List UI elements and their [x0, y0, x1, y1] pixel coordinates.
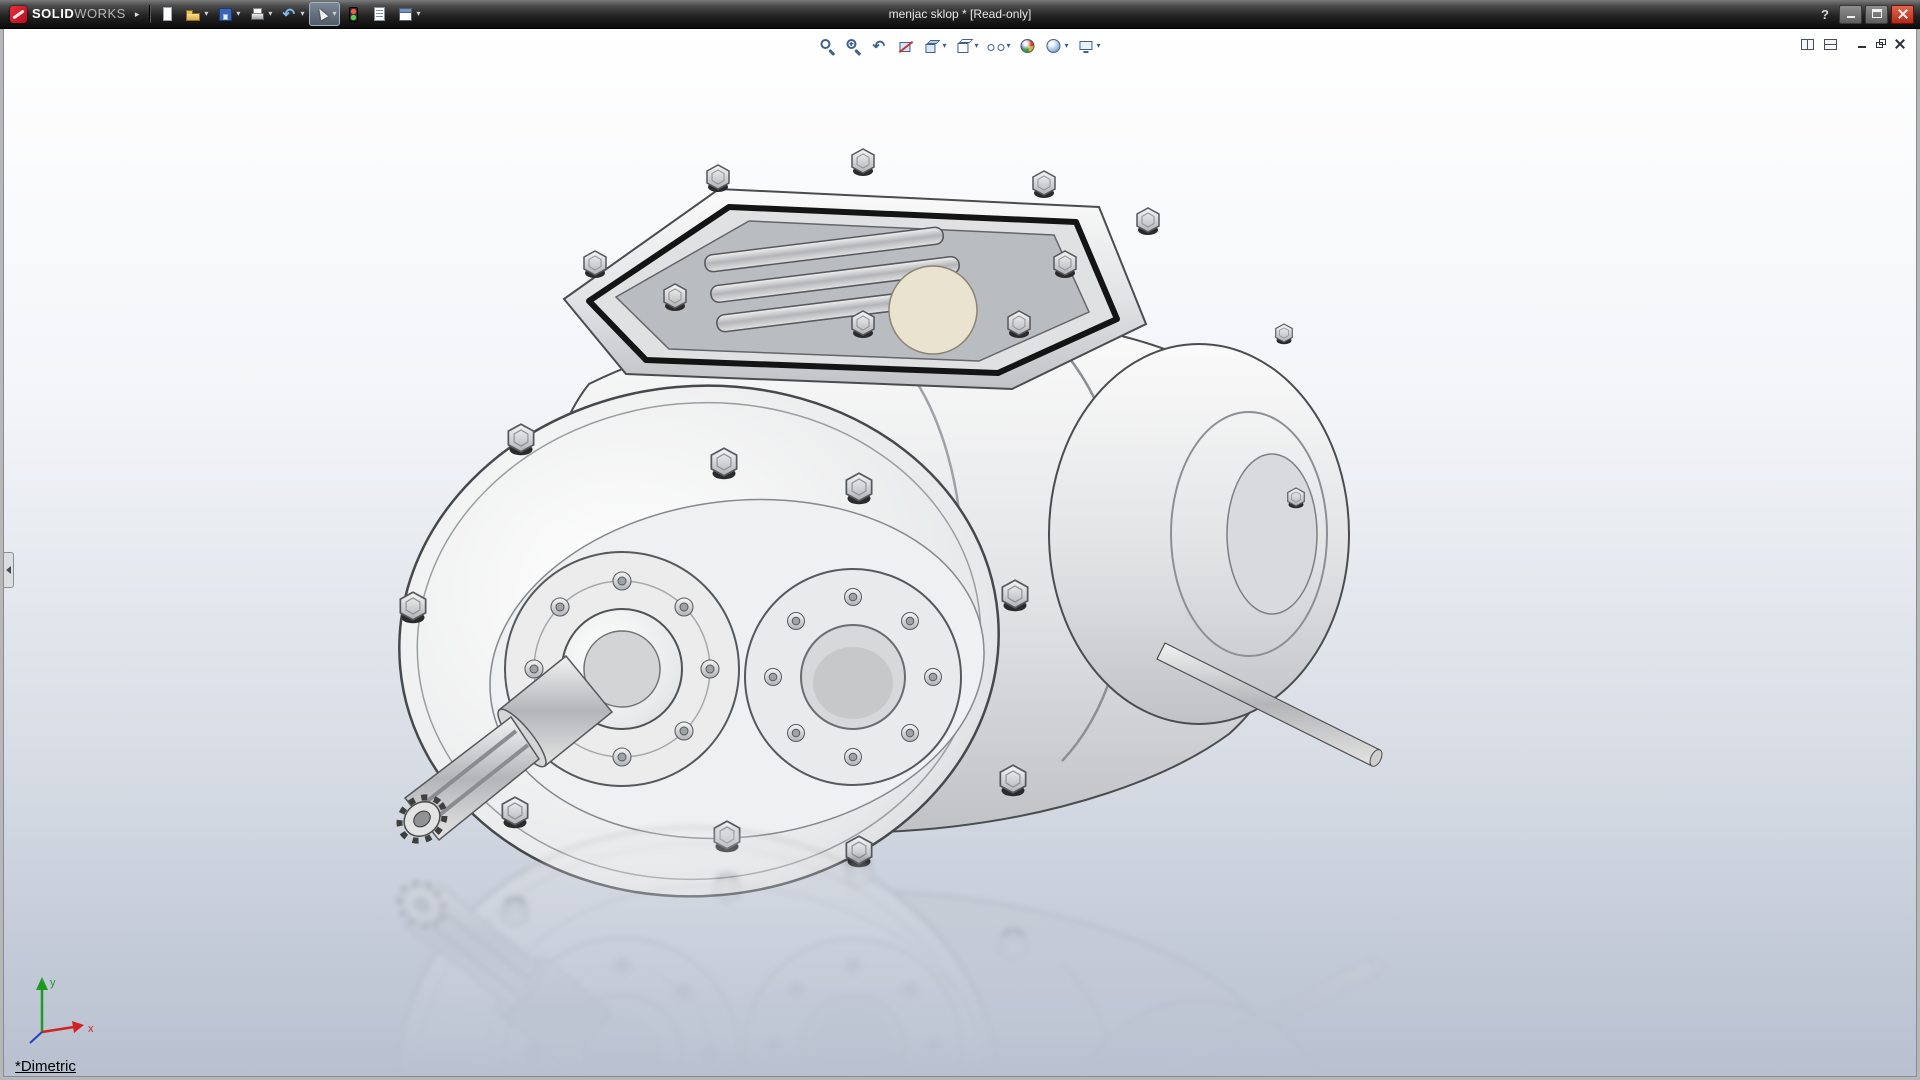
zoom-to-fit-button[interactable] — [815, 34, 840, 58]
split-view-right-button[interactable] — [1820, 33, 1841, 55]
view-orientation-label: *Dimetric — [15, 1058, 76, 1075]
triad-x-label: x — [88, 1023, 94, 1035]
display-style-icon — [955, 38, 972, 55]
open-icon — [185, 6, 202, 23]
titlebar-right-controls: ? — [1814, 4, 1914, 24]
dropdown-arrow-icon[interactable]: ▾ — [268, 10, 272, 18]
solidworks-brand: SOLIDWORKS — [6, 5, 130, 23]
secondary-flange[interactable] — [744, 568, 962, 786]
brand-text: SOLIDWORKS — [32, 5, 126, 23]
toolbar-separator — [149, 5, 151, 23]
new-document-button[interactable] — [155, 2, 180, 26]
view-settings-icon — [1078, 38, 1095, 55]
save-button[interactable]: ▾ — [213, 2, 244, 26]
new-document-icon — [159, 6, 176, 23]
document-title: menjac sklop * [Read-only] — [888, 7, 1032, 21]
apply-scene-icon — [1046, 38, 1063, 55]
triad-x-arrowhead — [72, 1021, 84, 1033]
model-canvas[interactable] — [4, 29, 1916, 1076]
doc-restore-icon — [1875, 38, 1887, 50]
doc-minimize-icon — [1856, 38, 1868, 50]
file-properties-button[interactable] — [367, 2, 392, 26]
save-icon — [217, 6, 234, 23]
minimize-button[interactable] — [1839, 4, 1862, 24]
split-view-left-icon — [1799, 36, 1816, 53]
print-icon — [249, 6, 266, 23]
maximize-icon — [1871, 8, 1883, 20]
dropdown-arrow-icon[interactable]: ▾ — [416, 10, 420, 18]
heads-up-toolbar: ▾ ▾ ▾ ▾ ▾ — [815, 34, 1104, 58]
undo-icon — [281, 6, 298, 23]
reference-triad: y x — [29, 977, 94, 1044]
dropdown-arrow-icon[interactable]: ▾ — [1097, 42, 1101, 50]
split-view-left-button[interactable] — [1797, 33, 1818, 55]
brand-secondary: WORKS — [74, 6, 126, 21]
triad-z-axis — [29, 1031, 43, 1044]
doc-close-icon — [1894, 38, 1906, 50]
dropdown-arrow-icon[interactable]: ▾ — [1065, 42, 1069, 50]
file-properties-icon — [371, 6, 388, 23]
main-window-controls — [1839, 4, 1914, 24]
print-button[interactable]: ▾ — [245, 2, 276, 26]
dropdown-arrow-icon[interactable]: ▾ — [974, 42, 978, 50]
doc-minimize-button[interactable] — [1853, 37, 1870, 52]
doc-window-buttons — [1853, 37, 1908, 52]
previous-view-icon — [871, 38, 888, 55]
options-icon — [397, 6, 414, 23]
menu-expand-arrow-icon[interactable]: ▸ — [130, 9, 145, 20]
reflection-fade — [4, 862, 1916, 1076]
undo-button[interactable]: ▾ — [277, 2, 308, 26]
display-style-button[interactable]: ▾ — [951, 34, 982, 58]
dropdown-arrow-icon[interactable]: ▾ — [1006, 42, 1010, 50]
zoom-to-fit-icon — [819, 38, 836, 55]
synchro-gear[interactable] — [888, 265, 978, 355]
titlebar-toolbar: ▾ ▾ ▾ ▾ ▾ ▾ — [155, 2, 424, 26]
section-view-icon — [897, 38, 914, 55]
titlebar: SOLIDWORKS ▸ ▾ ▾ ▾ ▾ ▾ ▾ menjac sklop * [Read… — [0, 0, 1920, 29]
pane-split-controls — [1797, 33, 1841, 55]
edit-appearance-button[interactable] — [1016, 34, 1041, 58]
select-icon — [313, 6, 330, 23]
gearbox-model[interactable] — [378, 148, 1385, 921]
rebuild-icon — [345, 6, 362, 23]
triad-y-arrowhead — [36, 977, 48, 990]
zoom-to-area-icon — [845, 38, 862, 55]
dropdown-arrow-icon[interactable]: ▾ — [236, 10, 240, 18]
section-view-button[interactable] — [893, 34, 918, 58]
apply-scene-button[interactable]: ▾ — [1042, 34, 1073, 58]
hide-show-items-icon — [987, 38, 1005, 55]
minimize-icon — [1845, 8, 1857, 20]
brand-primary: SOLID — [32, 6, 75, 21]
edit-appearance-icon — [1020, 38, 1037, 55]
previous-view-button[interactable] — [867, 34, 892, 58]
maximize-button[interactable] — [1865, 4, 1888, 24]
split-view-right-icon — [1822, 36, 1839, 53]
hide-show-items-button[interactable]: ▾ — [983, 34, 1014, 58]
view-settings-button[interactable]: ▾ — [1074, 34, 1105, 58]
doc-restore-button[interactable] — [1872, 37, 1889, 52]
select-button[interactable]: ▾ — [309, 2, 341, 26]
top-cover[interactable] — [562, 148, 1160, 391]
graphics-viewport[interactable]: ▾ ▾ ▾ ▾ ▾ y x *Dimetric — [3, 28, 1917, 1077]
view-orientation-icon — [923, 38, 940, 55]
triad-x-axis — [41, 1025, 75, 1034]
document-window-controls — [1797, 33, 1908, 55]
rebuild-button[interactable] — [341, 2, 366, 26]
chevron-left-icon — [6, 566, 11, 574]
dropdown-arrow-icon[interactable]: ▾ — [300, 10, 304, 18]
zoom-to-area-button[interactable] — [841, 34, 866, 58]
help-button[interactable]: ? — [1814, 7, 1836, 22]
dropdown-arrow-icon[interactable]: ▾ — [942, 42, 946, 50]
options-button[interactable]: ▾ — [393, 2, 424, 26]
solidworks-logo-icon — [10, 5, 27, 23]
dropdown-arrow-icon[interactable]: ▾ — [204, 10, 208, 18]
doc-close-button[interactable] — [1891, 37, 1908, 52]
open-button[interactable]: ▾ — [181, 2, 212, 26]
triad-y-label: y — [50, 977, 56, 989]
close-icon — [1897, 8, 1909, 20]
close-button[interactable] — [1891, 4, 1914, 24]
dropdown-arrow-icon[interactable]: ▾ — [332, 10, 336, 18]
feature-panel-collapse-tab[interactable] — [4, 552, 14, 588]
view-orientation-button[interactable]: ▾ — [919, 34, 950, 58]
